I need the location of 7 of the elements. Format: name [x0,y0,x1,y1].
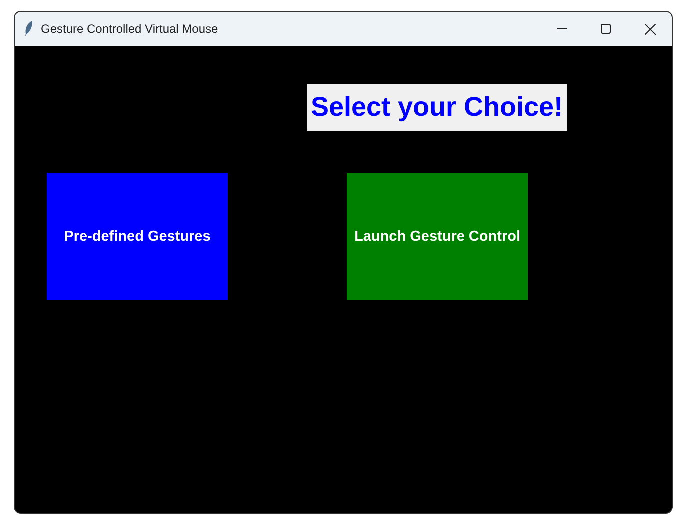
maximize-icon [601,24,611,34]
menu-button[interactable]: Launch Gesture Control [347,173,528,300]
close-icon [644,24,656,34]
menu-button[interactable]: Pre-defined Gestures [47,173,228,300]
window-title: Gesture Controlled Virtual Mouse [41,22,220,36]
heading: Select your Choice! [307,84,567,131]
feather-icon [25,21,33,37]
